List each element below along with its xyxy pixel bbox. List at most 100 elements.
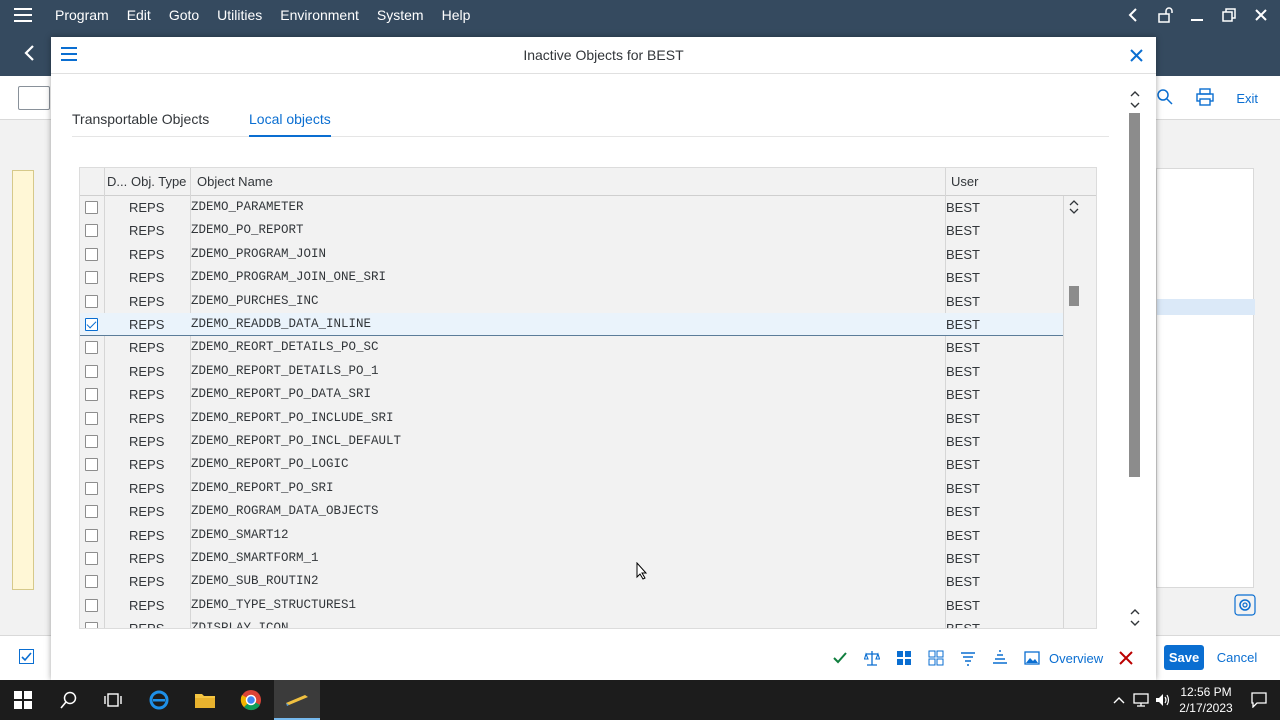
menu-program[interactable]: Program [46,0,118,30]
dialog-scrollbar[interactable] [1129,113,1140,477]
table-row[interactable]: REPS ZDEMO_REPORT_PO_LOGIC BEST [80,453,1063,476]
dialog-menu-icon[interactable] [61,47,79,65]
window-close-icon[interactable] [1252,6,1270,24]
table-row[interactable]: REPS ZDEMO_SUB_ROUTIN2 BEST [80,570,1063,593]
table-row[interactable]: REPS ZDEMO_PO_REPORT BEST [80,219,1063,242]
row-checkbox[interactable] [85,552,98,565]
background-selected-row [1157,299,1255,315]
chrome-icon[interactable] [228,680,274,720]
column-header-obj-type[interactable]: Obj. Type [131,168,186,196]
column-header-d[interactable]: D... [107,168,127,196]
select-all-icon[interactable] [895,649,913,667]
dialog-close-icon[interactable] [1129,48,1144,63]
table-row[interactable]: REPS ZDEMO_PROGRAM_JOIN_ONE_SRI BEST [80,266,1063,289]
table-row[interactable]: REPS ZDEMO_ROGRAM_DATA_OBJECTS BEST [80,500,1063,523]
table-row[interactable]: REPS ZDEMO_REORT_DETAILS_PO_SC BEST [80,336,1063,359]
unlock-icon[interactable] [1156,6,1174,24]
row-checkbox[interactable] [85,224,98,238]
internet-explorer-icon[interactable] [136,680,182,720]
tab-strip: Transportable Objects Local objects [72,111,1109,137]
row-checkbox[interactable] [85,318,98,331]
cell-user: BEST [946,317,980,332]
column-header-object-name[interactable]: Object Name [197,168,273,196]
balance-scale-icon[interactable] [863,649,881,667]
menu-goto[interactable]: Goto [160,0,208,30]
menu-system[interactable]: System [368,0,433,30]
cancel-button[interactable]: Cancel [1214,645,1260,670]
cell-object-name: ZDEMO_REPORT_PO_DATA_SRI [191,387,372,402]
back-icon[interactable] [18,41,42,65]
row-checkbox[interactable] [85,388,98,402]
restore-icon[interactable] [1220,6,1238,24]
sort-ascending-icon[interactable] [991,649,1009,667]
row-checkbox[interactable] [85,247,98,261]
table-row[interactable]: REPS ZDEMO_REPORT_PO_SRI BEST [80,477,1063,500]
windows-start-icon[interactable] [0,680,46,720]
table-row[interactable]: REPS ZDEMO_SMARTFORM_1 BEST [80,547,1063,570]
menu-help[interactable]: Help [433,0,480,30]
tab-transportable-objects[interactable]: Transportable Objects [72,111,209,137]
file-explorer-icon[interactable] [182,680,228,720]
table-row[interactable]: REPS ZDEMO_PURCHES_INC BEST [80,290,1063,313]
task-view-icon[interactable] [90,680,136,720]
table-row[interactable]: REPS ZDEMO_READDB_DATA_INLINE BEST [80,313,1063,337]
row-checkbox[interactable] [85,435,98,448]
deselect-all-icon[interactable] [927,649,945,667]
sap-logon-icon[interactable] [274,680,320,720]
table-row[interactable]: REPS ZDEMO_PROGRAM_JOIN BEST [80,243,1063,266]
table-row[interactable]: REPS ZDEMO_SMART12 BEST [80,524,1063,547]
table-row[interactable]: REPS ZDEMO_REPORT_PO_INCL_DEFAULT BEST [80,430,1063,453]
menu-utilities[interactable]: Utilities [208,0,271,30]
table-row[interactable]: REPS ZDEMO_REPORT_DETAILS_PO_1 BEST [80,360,1063,383]
notification-icon[interactable] [1238,680,1280,720]
cell-object-name: ZDEMO_PO_REPORT [191,223,304,238]
table-scroll-thumb[interactable] [1069,286,1079,306]
table-scroll-up-icon[interactable] [1068,200,1080,214]
table-row[interactable]: REPS ZDEMO_TYPE_STRUCTURES1 BEST [80,594,1063,617]
confirm-check-icon[interactable] [831,649,849,667]
table-row[interactable]: REPS ZDEMO_REPORT_PO_DATA_SRI BEST [80,383,1063,406]
row-checkbox[interactable] [85,622,98,628]
chevron-left-icon[interactable] [1124,6,1142,24]
row-checkbox[interactable] [85,458,98,472]
overview-icon[interactable] [1023,649,1041,667]
command-field[interactable] [18,86,50,110]
row-checkbox[interactable] [85,341,98,355]
table-row[interactable]: REPS ZDEMO_REPORT_PO_INCLUDE_SRI BEST [80,407,1063,430]
bottom-checkbox[interactable] [19,649,34,664]
save-button[interactable]: Save [1164,645,1204,670]
dialog-scroll-down-icon[interactable] [1129,607,1141,627]
table-scrollbar[interactable] [1063,196,1096,628]
row-checkbox[interactable] [85,481,98,495]
chevron-up-icon[interactable] [1108,680,1130,720]
table-row[interactable]: REPS ZDEMO_PARAMETER BEST [80,196,1063,219]
sort-descending-icon[interactable] [959,649,977,667]
row-checkbox[interactable] [85,598,98,612]
reject-icon[interactable] [1117,649,1135,667]
row-checkbox[interactable] [85,201,98,214]
taskbar-clock[interactable]: 12:56 PM 2/17/2023 [1174,684,1238,716]
volume-icon[interactable] [1152,680,1174,720]
exit-button[interactable]: Exit [1236,91,1258,106]
menu-edit[interactable]: Edit [118,0,160,30]
menu-hamburger-icon[interactable] [0,0,46,30]
row-checkbox[interactable] [85,505,98,519]
dialog-scroll-up-icon[interactable] [1129,89,1141,109]
overview-button[interactable]: Overview [1049,651,1103,666]
row-checkbox[interactable] [85,528,98,542]
row-checkbox[interactable] [85,294,98,308]
minimize-icon[interactable] [1188,6,1206,24]
network-icon[interactable] [1130,680,1152,720]
tab-local-objects[interactable]: Local objects [249,111,331,137]
settings-icon[interactable] [1234,594,1256,616]
column-header-user[interactable]: User [951,168,978,196]
menu-environment[interactable]: Environment [271,0,368,30]
row-checkbox[interactable] [85,575,98,589]
row-checkbox[interactable] [85,411,98,425]
zoom-search-icon[interactable] [1156,88,1174,109]
row-checkbox[interactable] [85,271,98,285]
table-row[interactable]: REPS ZDISPLAY_ICON BEST [80,617,1063,628]
search-icon[interactable] [46,680,92,720]
row-checkbox[interactable] [85,364,98,378]
print-icon[interactable] [1196,88,1215,109]
